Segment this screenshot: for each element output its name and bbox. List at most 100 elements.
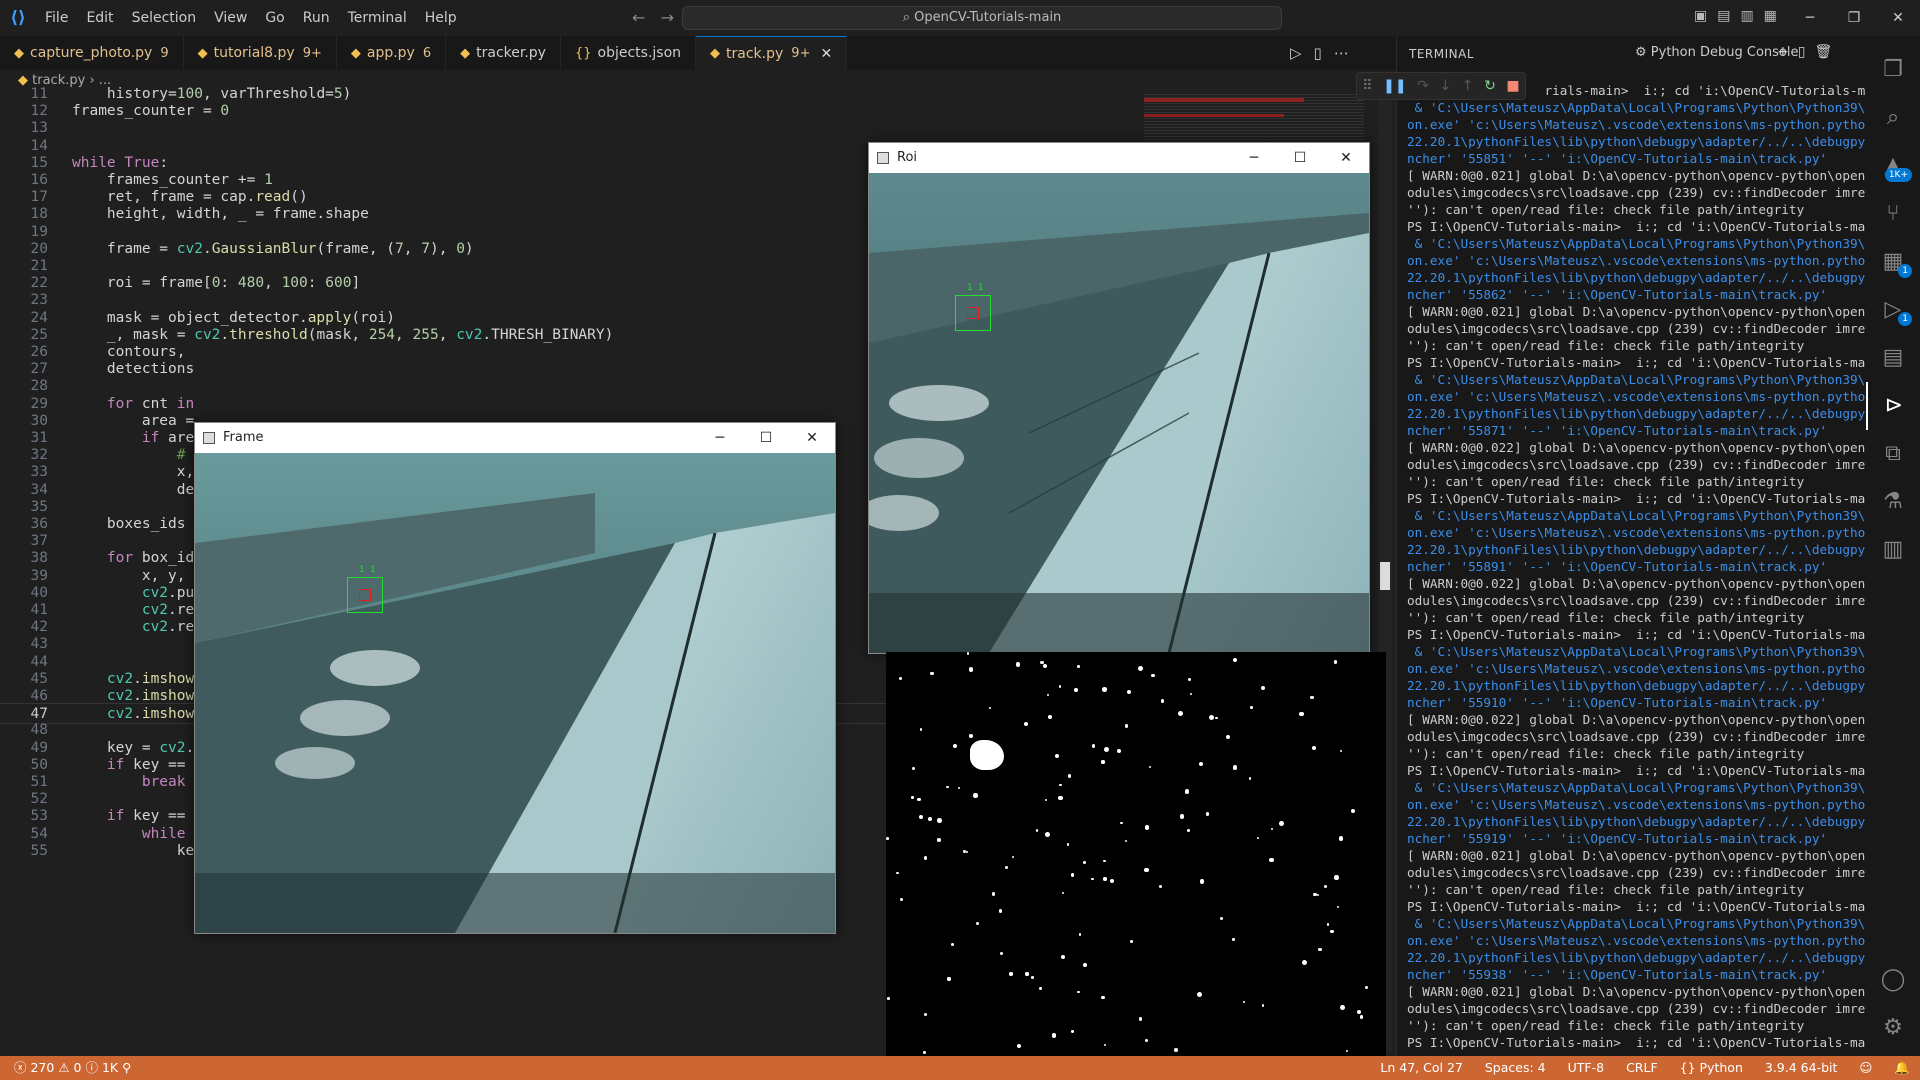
terminal-session[interactable]: ⚙ Python Debug Console <box>1635 45 1798 60</box>
mask-noise-dot <box>1299 711 1304 717</box>
close-icon[interactable]: ✕ <box>820 46 832 62</box>
mask-noise-dot <box>1261 686 1266 691</box>
menu-item-go[interactable]: Go <box>256 10 293 26</box>
mask-noise-dot <box>1139 1017 1143 1021</box>
stop-icon[interactable]: ■ <box>1506 78 1519 94</box>
minimize-icon[interactable]: ─ <box>1231 143 1277 173</box>
editor-actions: ▷▯⋯ <box>1290 44 1361 62</box>
minimize-icon[interactable]: ─ <box>1788 10 1832 26</box>
detection-label: 1 1 <box>967 283 984 293</box>
tab-capture-photo-py[interactable]: ◆ capture_photo.py 9 <box>0 36 184 70</box>
menu-item-edit[interactable]: Edit <box>77 10 122 26</box>
tab-tracker-py[interactable]: ◆ tracker.py <box>446 36 561 70</box>
frame-window[interactable]: Frame ─ ☐ ✕ 1 1 <box>194 422 836 934</box>
minimize-icon[interactable]: ─ <box>697 423 743 453</box>
menu-item-help[interactable]: Help <box>416 10 466 26</box>
bell-icon[interactable]: 🔔 <box>1894 1056 1910 1080</box>
step-over-icon[interactable]: ↷ <box>1417 78 1429 94</box>
restart-icon[interactable]: ↻ <box>1484 78 1496 94</box>
step-into-icon[interactable]: ↓ <box>1439 78 1451 94</box>
maximize-icon[interactable]: ☐ <box>743 423 789 453</box>
mask-noise-dot <box>923 856 928 861</box>
mask-noise-dot <box>928 817 933 822</box>
feedback-icon[interactable]: ☺ <box>1859 1056 1872 1080</box>
maximize-icon[interactable]: ☐ <box>1277 143 1323 173</box>
add-terminal-icon[interactable]: + <box>1777 44 1798 60</box>
mask-window[interactable] <box>886 652 1386 1072</box>
tab-objects-json[interactable]: {} objects.json <box>560 36 697 70</box>
settings-gear-icon[interactable]: ⚙ <box>1866 1004 1920 1052</box>
remote-icon[interactable]: ⧉ <box>1866 430 1920 478</box>
tab-track-py[interactable]: ◆ track.py 9+ ✕ <box>696 36 848 70</box>
mask-noise-dot <box>1199 879 1204 884</box>
frame-scene-image <box>195 453 835 933</box>
tab-tutorial8-py[interactable]: ◆ tutorial8.py 9+ <box>183 36 337 70</box>
terminal-line: on.exe' 'c:\Users\Mateusz\.vscode\extens… <box>1407 117 1867 132</box>
trash-icon[interactable]: 🗑 <box>1814 44 1841 60</box>
terminal-line: PS I:\OpenCV-Tutorials-main> i:; cd 'i:\… <box>1407 627 1867 642</box>
mask-noise-dot <box>887 997 890 1000</box>
encoding[interactable]: UTF-8 <box>1568 1056 1604 1080</box>
pause-icon[interactable]: ❚❚ <box>1383 78 1406 94</box>
detection-label: 1 1 <box>359 565 376 575</box>
mask-noise-dot <box>1334 875 1339 880</box>
mask-noise-dot <box>1082 861 1086 864</box>
menu-item-file[interactable]: File <box>36 10 77 26</box>
mask-noise-dot <box>1316 893 1319 896</box>
terminal-line: ncher' '55851' '--' 'i:\OpenCV-Tutorials… <box>1407 151 1828 166</box>
accounts-icon[interactable]: ▲ 1K+ <box>1866 142 1920 190</box>
run-debug-icon[interactable]: ▷ 1 <box>1866 286 1920 334</box>
close-icon[interactable]: ✕ <box>1876 10 1920 26</box>
mask-noise-dot <box>968 667 974 672</box>
account-icon[interactable]: ◯ <box>1866 956 1920 1004</box>
run-icon[interactable]: ▷ <box>1290 44 1314 62</box>
close-icon[interactable]: ✕ <box>1323 143 1369 173</box>
step-out-icon[interactable]: ↑ <box>1462 78 1474 94</box>
explorer-icon[interactable]: ❐ <box>1866 46 1920 94</box>
mask-noise-dot <box>1339 749 1343 753</box>
terminal-line: on.exe' 'c:\Users\Mateusz\.vscode\extens… <box>1407 933 1867 948</box>
terminal-line: PS I:\OpenCV-Tutorials-main> i:; cd 'i:\… <box>1407 491 1867 506</box>
tab-problems-badge: 9+ <box>791 46 811 61</box>
nav-arrows[interactable]: ← → <box>632 8 674 27</box>
roi-window-titlebar[interactable]: Roi ─ ☐ ✕ <box>869 143 1369 173</box>
mask-noise-dot <box>1197 992 1203 998</box>
more-icon[interactable]: ⋯ <box>1334 44 1361 62</box>
terminal-title[interactable]: TERMINAL <box>1409 47 1474 61</box>
tab-app-py[interactable]: ◆ app.py 6 <box>336 36 447 70</box>
source-control-icon[interactable]: ⑂ <box>1866 190 1920 238</box>
layout-controls[interactable]: ▣▤▥▦ <box>1694 8 1787 24</box>
docs-icon[interactable]: ▥ <box>1866 526 1920 574</box>
search-icon[interactable]: ⌕ <box>1866 94 1920 142</box>
interpreter[interactable]: 3.9.4 64-bit <box>1765 1056 1838 1080</box>
terminal-line: ''): can't open/read file: check file pa… <box>1407 610 1805 625</box>
close-icon[interactable]: ✕ <box>789 423 835 453</box>
menu-item-run[interactable]: Run <box>294 10 339 26</box>
eol[interactable]: CRLF <box>1626 1056 1658 1080</box>
testing-icon[interactable]: ⚗ <box>1866 478 1920 526</box>
roi-window[interactable]: Roi ─ ☐ ✕ 1 1 <box>868 142 1370 654</box>
title-bar: ⟨⟩ File Edit Selection View Go Run Terminal Hel… <box>0 0 1920 36</box>
terminal-output[interactable]: rials-main> i:; cd 'i:\OpenCV-Tutorials-… <box>1407 82 1867 1052</box>
mask-noise-dot <box>922 1050 927 1055</box>
problems-indicator[interactable]: ⓧ 270 ⚠ 0 ⓘ 1K ⚲ <box>14 1056 131 1080</box>
drag-handle-icon[interactable]: ⠿ <box>1362 78 1372 94</box>
notebook-icon[interactable]: ▤ <box>1866 334 1920 382</box>
restore-icon[interactable]: ❐ <box>1832 10 1876 26</box>
mask-noise-dot <box>965 850 969 853</box>
split-editor-icon[interactable]: ▯ <box>1314 44 1334 62</box>
language-mode[interactable]: {} Python <box>1680 1056 1743 1080</box>
mask-noise-dot <box>947 977 951 981</box>
indentation[interactable]: Spaces: 4 <box>1485 1056 1546 1080</box>
frame-window-titlebar[interactable]: Frame ─ ☐ ✕ <box>195 423 835 453</box>
cursor-position[interactable]: Ln 47, Col 27 <box>1380 1056 1462 1080</box>
menu-item-terminal[interactable]: Terminal <box>339 10 416 26</box>
terminal-icon[interactable]: ⊳ <box>1866 382 1920 430</box>
menu-item-view[interactable]: View <box>205 10 256 26</box>
extensions-icon[interactable]: ▦ 1 <box>1866 238 1920 286</box>
menu-item-selection[interactable]: Selection <box>123 10 206 26</box>
split-terminal-icon[interactable]: ▯ <box>1798 44 1815 60</box>
command-center-search[interactable]: ⌕ OpenCV-Tutorials-main <box>682 6 1282 30</box>
terminal-line: [ WARN:0@0.022] global D:\a\opencv-pytho… <box>1407 576 1867 591</box>
mask-noise-dot <box>1248 777 1252 780</box>
